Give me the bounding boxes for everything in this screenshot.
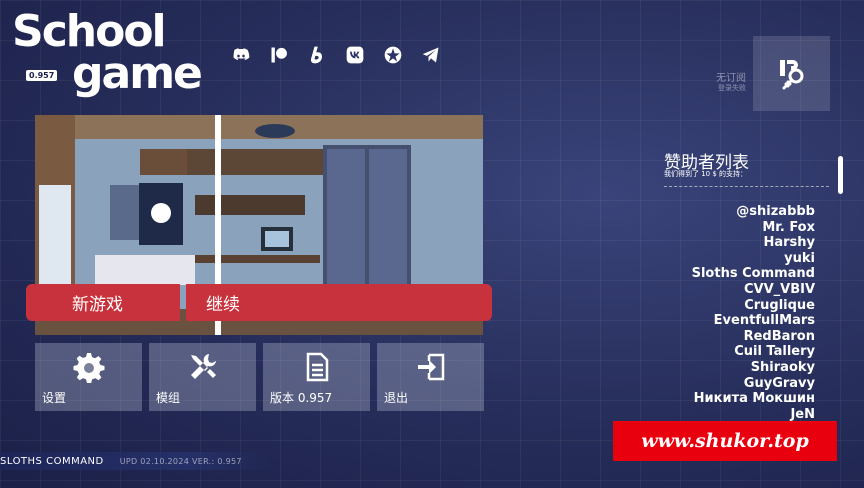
- sponsor-name: GuyGravy: [743, 375, 815, 391]
- sponsor-name: EventfullMars: [713, 313, 815, 329]
- sponsor-name: JeN: [790, 406, 815, 422]
- sponsor-name: yuki: [784, 250, 815, 266]
- sponsor-name: Harshy: [763, 235, 815, 251]
- exit-icon: [417, 353, 444, 381]
- document-icon: [306, 352, 328, 382]
- logo-line2: game: [72, 48, 203, 99]
- telegram-icon[interactable]: [418, 44, 444, 66]
- sponsor-name: Sloths Command: [691, 266, 815, 282]
- subscription-label: 无订阅: [716, 73, 746, 84]
- quit-button[interactable]: 退出: [377, 343, 484, 411]
- mods-label: 模组: [156, 391, 181, 405]
- watermark-banner: www.shukor.top: [613, 421, 837, 461]
- gear-icon: [73, 353, 104, 383]
- discord-icon[interactable]: [228, 44, 254, 66]
- quit-label: 退出: [384, 391, 409, 405]
- boosty-icon[interactable]: [304, 44, 330, 66]
- sponsor-name: Cuil Tallery: [734, 344, 815, 360]
- social-links: [228, 44, 444, 66]
- sponsors-list[interactable]: @shizabbb Mr. Fox Harshy yuki Sloths Command…: [692, 204, 815, 422]
- patreon-icon[interactable]: [266, 44, 292, 66]
- version-badge: 0.957: [26, 70, 58, 81]
- tools-icon: [190, 354, 216, 379]
- sponsor-name: @shizabbb: [736, 204, 815, 219]
- sponsor-name: Cruglique: [744, 297, 815, 313]
- subscribestar-icon[interactable]: [380, 44, 406, 66]
- settings-label: 设置: [42, 391, 67, 405]
- continue-button[interactable]: 继续: [186, 284, 492, 321]
- subscription-note: 登录失败: [718, 83, 746, 92]
- sponsors-divider: [664, 186, 829, 187]
- settings-button[interactable]: 设置: [35, 343, 142, 411]
- sponsor-name: Mr. Fox: [762, 219, 815, 235]
- new-game-button[interactable]: 新游戏: [26, 284, 180, 321]
- developer-credit: SLOTHS COMMAND: [0, 455, 104, 467]
- sponsors-scrollbar[interactable]: [838, 156, 843, 194]
- sponsor-name: RedBaron: [743, 328, 815, 344]
- update-info: UPD 02.10.2024 VER.: 0.957: [119, 456, 242, 466]
- footer-bar: SLOTHS COMMAND UPD 02.10.2024 VER.: 0.95…: [0, 452, 270, 470]
- game-logo: School game 0.957: [12, 10, 203, 100]
- sponsor-name: Никита Мокшин: [693, 391, 815, 407]
- version-button[interactable]: 版本 0.957: [263, 343, 370, 411]
- sponsors-subtitle: 我们得到了 10 $ 的支持：: [664, 170, 748, 178]
- sponsor-name: Shiraoky: [750, 359, 815, 375]
- sponsor-name: CVV_VBIV: [743, 281, 815, 297]
- subscription-status: 无订阅 登录失败: [660, 73, 746, 92]
- vk-icon[interactable]: [342, 44, 368, 66]
- login-key-button[interactable]: [753, 36, 830, 111]
- key-icon: [779, 59, 803, 89]
- mods-button[interactable]: 模组: [149, 343, 256, 411]
- version-label: 版本 0.957: [270, 391, 333, 405]
